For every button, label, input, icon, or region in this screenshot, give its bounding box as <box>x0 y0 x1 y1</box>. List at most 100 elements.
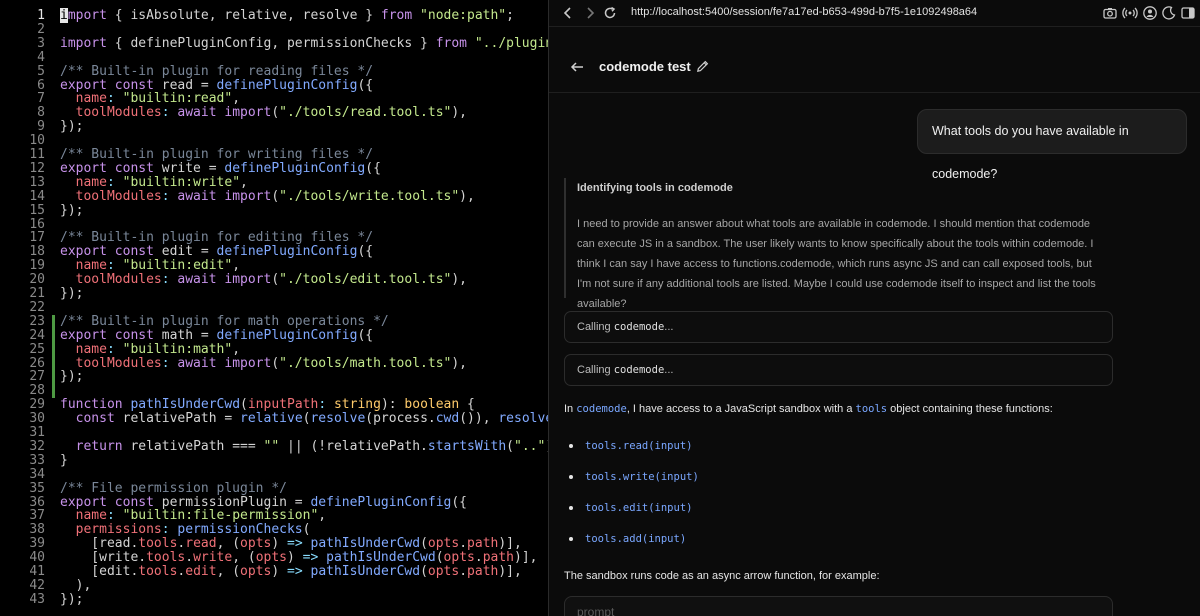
code-token: => <box>302 550 319 566</box>
code-line[interactable]: 18 export const edit = definePluginConfig… <box>0 245 548 259</box>
code-line[interactable]: 40 [write.tools.write, (opts) => pathIsU… <box>0 551 548 565</box>
code-line[interactable]: 1 import { isAbsolute, relative, resolve … <box>0 8 548 23</box>
forward-icon[interactable] <box>582 5 598 21</box>
code-text: permissions: permissionChecks( <box>60 523 311 537</box>
code-line[interactable]: 14 toolModules: await import("./tools/wr… <box>0 189 548 204</box>
reload-icon[interactable] <box>602 5 618 21</box>
code-line[interactable]: 19 name: "builtin:edit", <box>0 259 548 273</box>
code-text: name: "builtin:write", <box>60 175 248 190</box>
line-number: 1 <box>37 8 45 23</box>
code-token: : <box>318 397 327 413</box>
code-token: /** Built-in plugin for writing files */ <box>60 147 374 162</box>
code-line[interactable]: 2 <box>0 22 548 37</box>
code-line[interactable]: 15}); <box>0 202 548 218</box>
code-token: }); <box>60 369 84 385</box>
code-token: ({ <box>357 244 374 260</box>
code-line[interactable]: 31 <box>0 426 548 440</box>
code-line[interactable]: 12 export const write = definePluginConfi… <box>0 161 548 176</box>
pencil-icon[interactable] <box>695 59 710 74</box>
code-token: . <box>185 550 194 566</box>
code-line[interactable]: 41 [edit.tools.edit, (opts) => pathIsUnd… <box>0 565 548 579</box>
code-line[interactable]: 6 export const read = definePluginConfig(… <box>0 77 548 93</box>
code-line[interactable]: 16 <box>0 217 548 232</box>
code-token: . <box>474 550 483 566</box>
code-line[interactable]: 21}); <box>0 287 548 301</box>
back-icon[interactable] <box>560 5 576 21</box>
code-line[interactable]: 36 export const permissionPlugin = define… <box>0 494 548 510</box>
code-token: }); <box>60 119 84 135</box>
code-line[interactable]: 3 import { definePluginConfig, permission… <box>0 36 548 51</box>
code-token: "./tools/math.tool.ts" <box>279 355 452 371</box>
code-line[interactable]: 11 /** Built-in plugin for writing files … <box>0 148 548 162</box>
code-token: ( <box>420 536 428 552</box>
code-token: ({ <box>357 77 374 93</box>
code-token: name <box>60 341 107 357</box>
code-line[interactable]: 32 return relativePath === "" || (!relat… <box>0 439 548 454</box>
code-line[interactable]: 37 name: "builtin:file-permission", <box>0 509 548 523</box>
line-number: 38 <box>29 522 45 538</box>
inline-code: codemode <box>576 403 627 415</box>
code-token: ( <box>240 397 248 413</box>
code-line[interactable]: 23 /** Built-in plugin for math operation… <box>0 314 548 329</box>
code-line[interactable]: 8 toolModules: await import("./tools/rea… <box>0 106 548 120</box>
code-token: ()), <box>459 411 499 427</box>
code-line[interactable]: 5 /** Built-in plugin for reading files *… <box>0 64 548 79</box>
tool-call-box[interactable]: Calling codemode... <box>564 354 1113 386</box>
code-token: ( <box>271 355 280 371</box>
code-line[interactable]: 34 <box>0 467 548 482</box>
code-line[interactable]: 17 /** Built-in plugin for editing files … <box>0 231 548 245</box>
code-line[interactable]: 10 <box>0 134 548 148</box>
code-token: pathIsUnderCwd <box>302 536 421 552</box>
address-bar[interactable]: http://localhost:5400/session/fe7a17ed-b… <box>631 6 977 18</box>
code-line[interactable]: 43}); <box>0 592 548 607</box>
code-editor[interactable]: 1 import { isAbsolute, relative, resolve … <box>0 0 548 616</box>
code-line[interactable]: 25 name: "builtin:math", <box>0 341 548 357</box>
code-token: toolModules <box>60 355 162 371</box>
tool-call-box[interactable]: Calling codemode... <box>564 311 1113 343</box>
user-message: What tools do you have available in code… <box>917 109 1187 181</box>
code-line[interactable]: 29 function pathIsUnderCwd(inputPath: str… <box>0 398 548 412</box>
camera-icon[interactable] <box>1102 5 1118 21</box>
code-token: "builtin:edit" <box>114 258 233 274</box>
code-token: ), <box>451 355 467 371</box>
prompt-input[interactable]: prompt <box>564 596 1113 616</box>
code-token: name <box>60 91 107 107</box>
user-icon[interactable] <box>1142 5 1158 21</box>
code-token: => <box>287 536 303 552</box>
line-number: 9 <box>37 119 45 135</box>
panel-icon[interactable] <box>1180 5 1196 21</box>
code-text: export const edit = definePluginConfig({ <box>60 245 373 259</box>
line-number: 37 <box>29 508 45 524</box>
reasoning-text: I need to provide an answer about what t… <box>577 218 1096 310</box>
code-text: }); <box>60 370 83 384</box>
code-line[interactable]: 9}); <box>0 120 548 134</box>
code-line[interactable]: 39 [read.tools.read, (opts) => pathIsUnd… <box>0 537 548 551</box>
code-line[interactable]: 30 const relativePath = relative(resolve… <box>0 412 548 426</box>
line-number: 36 <box>29 494 45 510</box>
code-line[interactable]: 27}); <box>0 370 548 385</box>
code-token: resolve <box>310 411 366 427</box>
line-number: 15 <box>29 202 45 218</box>
code-line[interactable]: 4 <box>0 50 548 65</box>
code-line[interactable]: 38 permissions: permissionChecks( <box>0 523 548 537</box>
code-line[interactable]: 7 name: "builtin:read", <box>0 92 548 106</box>
code-line[interactable]: 35 /** File permission plugin */ <box>0 481 548 496</box>
code-line[interactable]: 33} <box>0 453 548 468</box>
code-text: }); <box>60 592 83 607</box>
broadcast-icon[interactable] <box>1122 5 1138 21</box>
code-line[interactable]: 22 <box>0 300 548 315</box>
code-token: export const <box>60 244 154 260</box>
moon-icon[interactable] <box>1161 5 1177 21</box>
line-number: 7 <box>37 91 45 107</box>
code-line[interactable]: 26 toolModules: await import("./tools/ma… <box>0 355 548 371</box>
code-line[interactable]: 28 <box>0 384 548 399</box>
code-token: { <box>459 397 475 413</box>
code-line[interactable]: 24 export const math = definePluginConfig… <box>0 328 548 343</box>
answer-text: , I have access to a JavaScript sandbox … <box>626 403 856 415</box>
code-line[interactable]: 42 ), <box>0 578 548 593</box>
code-token: )], <box>498 564 522 579</box>
back-arrow-icon[interactable] <box>569 59 585 75</box>
code-line[interactable]: 20 toolModules: await import("./tools/ed… <box>0 273 548 287</box>
code-text: export const permissionPlugin = definePl… <box>60 495 467 510</box>
code-line[interactable]: 13 name: "builtin:write", <box>0 175 548 190</box>
